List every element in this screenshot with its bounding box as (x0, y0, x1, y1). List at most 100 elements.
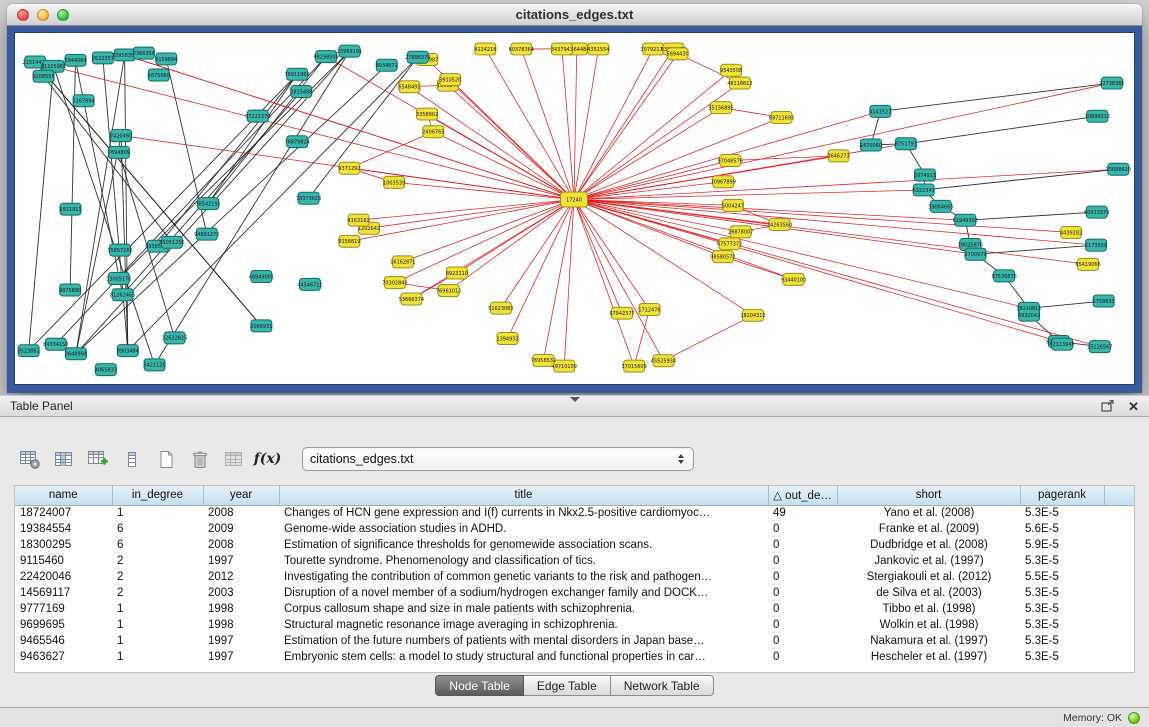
svg-text:98580572: 98580572 (710, 255, 735, 261)
table-cell-filler (1104, 617, 1135, 633)
svg-text:67577372: 67577372 (717, 242, 742, 248)
column-header-2[interactable]: year (203, 486, 279, 505)
table-cell: 49 (768, 505, 837, 521)
tab-network-table[interactable]: Network Table (611, 675, 714, 696)
column-header-1[interactable]: in_degree (112, 486, 203, 505)
table-cell: 1 (112, 505, 203, 521)
table-cell: 6 (112, 521, 203, 537)
svg-text:2066931: 2066931 (250, 324, 272, 330)
svg-text:18204313: 18204313 (740, 313, 765, 319)
table-cell: Genome-wide association studies in ADHD. (279, 521, 768, 537)
svg-text:2675060: 2675060 (148, 73, 170, 79)
table-cell: Disruption of a novel member of a sodium… (279, 585, 768, 601)
create-column-button[interactable] (84, 446, 111, 473)
svg-text:17240: 17240 (566, 197, 582, 203)
table-cell: Structural magnetic resonance image aver… (279, 617, 768, 633)
column-header-6[interactable]: pagerank (1020, 486, 1104, 505)
float-panel-icon[interactable] (1101, 400, 1114, 412)
column-header-5[interactable]: short (837, 486, 1020, 505)
svg-text:9522357: 9522357 (92, 56, 114, 62)
table-cell: 0 (768, 537, 837, 553)
svg-text:8158819: 8158819 (338, 239, 360, 245)
svg-text:3648994: 3648994 (65, 352, 87, 358)
svg-text:1394933: 1394933 (496, 336, 518, 342)
svg-text:8159894: 8159894 (155, 57, 177, 63)
function-builder-button[interactable]: f(x) (254, 446, 281, 473)
tab-node-table[interactable]: Node Table (435, 675, 524, 696)
node-table: namein_degreeyeartitle△ out_de…shortpage… (15, 486, 1135, 665)
table-cell: 2008 (203, 505, 279, 521)
table-cell: Estimation of significance thresholds fo… (279, 537, 768, 553)
table-mode-button[interactable] (16, 446, 43, 473)
close-window-button[interactable] (17, 9, 29, 21)
table-selector-dropdown[interactable]: citations_edges.txt (302, 447, 694, 471)
svg-text:26878007: 26878007 (728, 230, 753, 236)
table-row[interactable]: 969969511998Structural magnetic resonanc… (15, 617, 1135, 633)
svg-text:1911911: 1911911 (59, 207, 81, 213)
table-cell: 1 (112, 601, 203, 617)
delete-table-button[interactable] (186, 446, 213, 473)
column-header-3[interactable]: title (279, 486, 768, 505)
table-cell: 5.3E-5 (1020, 585, 1104, 601)
svg-text:2366356: 2366356 (133, 51, 155, 57)
table-row[interactable]: 1456911722003Disruption of a novel membe… (15, 585, 1135, 601)
table-cell: 1997 (203, 633, 279, 649)
svg-text:67942377: 67942377 (609, 311, 634, 317)
table-cell: 2008 (203, 537, 279, 553)
zoom-window-button[interactable] (57, 9, 69, 21)
svg-text:51623083: 51623083 (488, 306, 513, 312)
table-row[interactable]: 977716911998Corpus callosum shape and si… (15, 601, 1135, 617)
minimize-window-button[interactable] (37, 9, 49, 21)
table-row[interactable]: 1830029562008Estimation of significance … (15, 537, 1135, 553)
svg-text:76879824: 76879824 (285, 140, 310, 146)
column-header-4[interactable]: △ out_de… (768, 486, 837, 505)
table-row[interactable]: 1872400712008Changes of HCN gene express… (15, 505, 1135, 521)
float-window-icon (1101, 400, 1114, 412)
window-title: citations_edges.txt (7, 4, 1142, 26)
column-header-filler (1104, 486, 1135, 505)
table-cell: 14569117 (15, 585, 112, 601)
table-cell: 1 (112, 649, 203, 665)
show-columns-button[interactable] (50, 446, 77, 473)
svg-text:5758633: 5758633 (1093, 299, 1115, 305)
import-table-button[interactable] (220, 446, 247, 473)
network-window: citations_edges.txt 50564484435155430792… (7, 4, 1142, 393)
network-canvas[interactable]: 5056448443515543079217383008452569443048… (14, 32, 1135, 385)
svg-text:27896374: 27896374 (405, 55, 430, 61)
svg-text:8903484: 8903484 (117, 348, 139, 354)
table-toolbar: f(x) citations_edges.txt (16, 445, 1135, 473)
table-row[interactable]: 2242004622012Investigating the contribut… (15, 569, 1135, 585)
column-header-0[interactable]: name (15, 486, 112, 505)
close-panel-icon[interactable]: ✕ (1128, 400, 1139, 413)
table-cell: Franke et al. (2009) (837, 521, 1020, 537)
new-table-icon (155, 449, 177, 470)
table-row[interactable]: 911546021997Tourette syndrome. Phenomeno… (15, 553, 1135, 569)
table-tabs: Node TableEdge TableNetwork Table (0, 675, 1149, 696)
panel-divider-handle[interactable] (570, 397, 580, 402)
svg-text:81105961: 81105961 (41, 64, 66, 70)
table-cell: 2 (112, 569, 203, 585)
svg-text:76911962: 76911962 (284, 72, 309, 78)
svg-text:60378364: 60378364 (509, 47, 534, 53)
window-titlebar[interactable]: citations_edges.txt (7, 4, 1142, 26)
svg-text:4439282: 4439282 (1060, 230, 1082, 236)
table-cell: 5.6E-5 (1020, 521, 1104, 537)
svg-text:69298509: 69298509 (313, 55, 338, 61)
network-graph[interactable]: 5056448443515543079217383008452569443048… (15, 33, 1134, 384)
table-row[interactable]: 946554611997Estimation of the future num… (15, 633, 1135, 649)
delete-column-icon (121, 449, 143, 470)
table-selector-value: citations_edges.txt (310, 452, 414, 466)
table-cell-filler (1104, 585, 1135, 601)
svg-text:49710109: 49710109 (552, 364, 577, 370)
create-column-icon (87, 449, 109, 470)
trash-icon (189, 449, 211, 470)
svg-text:97048576: 97048576 (717, 158, 742, 164)
table-row[interactable]: 1938455462009Genome-wide association stu… (15, 521, 1135, 537)
table-row[interactable]: 946362711997Embryonic stem cells: a mode… (15, 649, 1135, 665)
tab-edge-table[interactable]: Edge Table (524, 675, 611, 696)
table-cell: 5.3E-5 (1020, 633, 1104, 649)
table-cell: 9463627 (15, 649, 112, 665)
table-cell: 9115460 (15, 553, 112, 569)
delete-column-button[interactable] (118, 446, 145, 473)
new-table-button[interactable] (152, 446, 179, 473)
